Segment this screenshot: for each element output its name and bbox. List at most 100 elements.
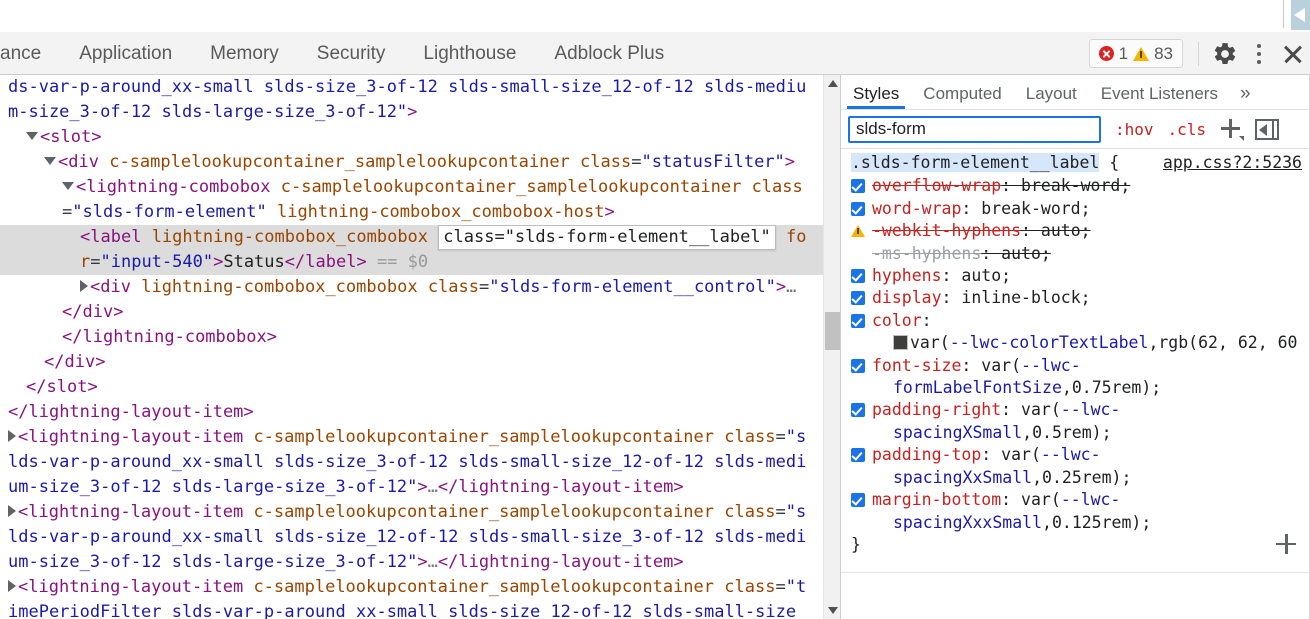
dom-node[interactable]: <div c-samplelookupcontainer_samplelooku… (0, 150, 823, 175)
css-value: auto; (1001, 243, 1051, 263)
devtools-tabbar: ance Application Memory Security Lighthouse A… (0, 32, 1310, 75)
page-divider (1283, 0, 1284, 28)
css-declaration[interactable]: -webkit-hyphens: auto; (841, 220, 1310, 242)
tab-security[interactable]: Security (298, 32, 405, 75)
css-value: break-word; (981, 198, 1091, 218)
dock-to-right-icon[interactable] (1255, 118, 1280, 140)
declaration-checkbox[interactable] (851, 448, 865, 463)
cls-button[interactable]: .cls (1168, 120, 1207, 139)
css-value: break-word; (1021, 176, 1131, 196)
css-declaration[interactable]: padding-right: var(--lwc- (841, 399, 1310, 421)
styles-filter-input[interactable]: slds-form (848, 115, 1101, 143)
css-property: hyphens (872, 266, 942, 286)
styles-tab-styles[interactable]: Styles (841, 76, 911, 109)
rule-close-brace-row: } (841, 533, 1310, 556)
css-declaration[interactable]: -ms-hyphens: auto; (841, 243, 1310, 265)
inspected-page-strip (0, 0, 1310, 33)
styles-tabs-overflow-icon[interactable]: » (1230, 76, 1261, 109)
declaration-checkbox[interactable] (851, 358, 865, 373)
tabbar-actions: 1 83 (1088, 32, 1310, 75)
declaration-checkbox[interactable] (851, 291, 865, 306)
css-property: padding-right (872, 400, 1002, 420)
dom-node[interactable]: </lightning-combobox> (0, 325, 823, 350)
declaration-checkbox[interactable] (851, 403, 865, 418)
declaration-checkbox[interactable] (851, 269, 865, 284)
styles-toolbar: slds-form :hov .cls (841, 110, 1310, 149)
warning-triangle-icon (851, 225, 865, 238)
dom-scrollbar[interactable] (823, 75, 840, 619)
tab-application[interactable]: Application (60, 32, 191, 75)
css-value-continuation: formLabelFontSize,0.75rem); (893, 378, 1162, 398)
styles-bottom-divider (841, 572, 1310, 573)
styles-tab-computed[interactable]: Computed (911, 76, 1013, 109)
gear-icon[interactable] (1208, 37, 1242, 71)
kebab-menu-icon[interactable] (1242, 37, 1276, 71)
devtools-window: ance Application Memory Security Lighthouse A… (0, 0, 1310, 619)
dom-node[interactable]: <div lightning-combobox_combobox class="… (0, 275, 823, 300)
css-declaration[interactable]: padding-top: var(--lwc- (841, 444, 1310, 466)
css-declaration[interactable]: hyphens: auto; (841, 265, 1310, 287)
css-property: font-size (872, 355, 962, 375)
css-declaration[interactable]: margin-bottom: var(--lwc- (841, 489, 1310, 511)
color-swatch (893, 335, 908, 351)
dom-node[interactable]: <lightning-layout-item c-samplelookupcon… (0, 425, 823, 500)
css-property: display (872, 288, 942, 308)
dom-node[interactable]: <lightning-layout-item c-samplelookupcon… (0, 500, 823, 575)
scroll-down-arrow-icon[interactable] (824, 602, 841, 619)
tab-ance[interactable]: ance (0, 32, 60, 75)
styles-tab-layout[interactable]: Layout (1014, 76, 1089, 109)
css-value-continuation: spacingXxxSmall,0.125rem); (893, 512, 1152, 532)
css-property: overflow-wrap (872, 176, 1002, 196)
css-declaration[interactable]: font-size: var(--lwc- (841, 355, 1310, 377)
css-property: word-wrap (872, 198, 962, 218)
declaration-checkbox[interactable] (851, 493, 865, 508)
declaration-checkbox[interactable] (851, 313, 865, 328)
css-value-continuation: spacingXxSmall,0.25rem); (893, 467, 1132, 487)
dom-node[interactable]: <lightning-layout-item c-samplelookupcon… (0, 575, 823, 619)
dom-node[interactable]: </div> (0, 350, 823, 375)
css-value: auto; (1040, 221, 1091, 241)
dom-node[interactable]: ds-var-p-around_xx-small slds-size_3-of-… (0, 75, 823, 125)
dom-tree-panel[interactable]: ds-var-p-around_xx-small slds-size_3-of-… (0, 75, 823, 619)
styles-filter-value: slds-form (856, 119, 926, 138)
declaration-checkbox[interactable] (851, 201, 865, 216)
scroll-up-arrow-icon[interactable] (824, 75, 841, 92)
tab-lighthouse[interactable]: Lighthouse (404, 32, 535, 75)
declaration-checkbox[interactable] (851, 179, 865, 194)
dom-node[interactable]: </div> (0, 300, 823, 325)
dom-node[interactable]: <slot> (0, 125, 823, 150)
tab-memory[interactable]: Memory (191, 32, 298, 75)
css-property: color (872, 310, 922, 330)
rule-source-link[interactable]: app.css?2:5236 (1163, 152, 1302, 174)
styles-rule-list: .slds-form-element__label { app.css?2:52… (841, 149, 1310, 619)
hov-button[interactable]: :hov (1115, 120, 1154, 139)
dom-node[interactable]: <lightning-combobox c-samplelookupcontai… (0, 175, 823, 225)
css-declaration[interactable]: display: inline-block; (841, 287, 1310, 309)
error-circle-icon (1098, 46, 1114, 61)
css-declaration[interactable]: word-wrap: break-word; (841, 198, 1310, 220)
plus-icon[interactable] (1220, 118, 1245, 141)
css-property: -webkit-hyphens (872, 221, 1022, 241)
dom-node[interactable]: </lightning-layout-item> (0, 400, 823, 425)
rule-selector[interactable]: .slds-form-element__label (851, 153, 1100, 172)
dom-tree-code: ds-var-p-around_xx-small slds-size_3-of-… (0, 75, 823, 619)
rule-open-brace: { (1109, 153, 1120, 172)
css-declaration[interactable]: overflow-wrap: break-word; (841, 175, 1310, 197)
css-property: padding-top (872, 445, 982, 465)
devtools-tab-list: ance Application Memory Security Lighthouse A… (0, 32, 683, 75)
styles-tab-list: Styles Computed Layout Event Listeners» (841, 75, 1310, 110)
styles-tab-event-listeners[interactable]: Event Listeners (1089, 76, 1230, 109)
dom-node[interactable]: </slot> (0, 375, 823, 400)
close-icon[interactable] (1276, 37, 1310, 71)
issue-counts[interactable]: 1 83 (1088, 39, 1183, 68)
add-property-icon[interactable] (1276, 533, 1296, 554)
dom-scrollbar-thumb[interactable] (825, 312, 840, 350)
tab-adblock-plus[interactable]: Adblock Plus (535, 32, 683, 75)
css-property: margin-bottom (872, 490, 1002, 510)
styles-panel: Styles Computed Layout Event Listeners» sld… (841, 75, 1310, 619)
css-value-continuation: spacingXSmall,0.5rem); (893, 422, 1112, 442)
css-declaration[interactable]: color: (841, 310, 1310, 332)
devtools-main: ds-var-p-around_xx-small slds-size_3-of-… (0, 75, 1310, 619)
dom-node-selected[interactable]: <label lightning-combobox_combobox class… (0, 225, 823, 275)
left-triangle-scroll-icon[interactable] (1291, 0, 1310, 30)
